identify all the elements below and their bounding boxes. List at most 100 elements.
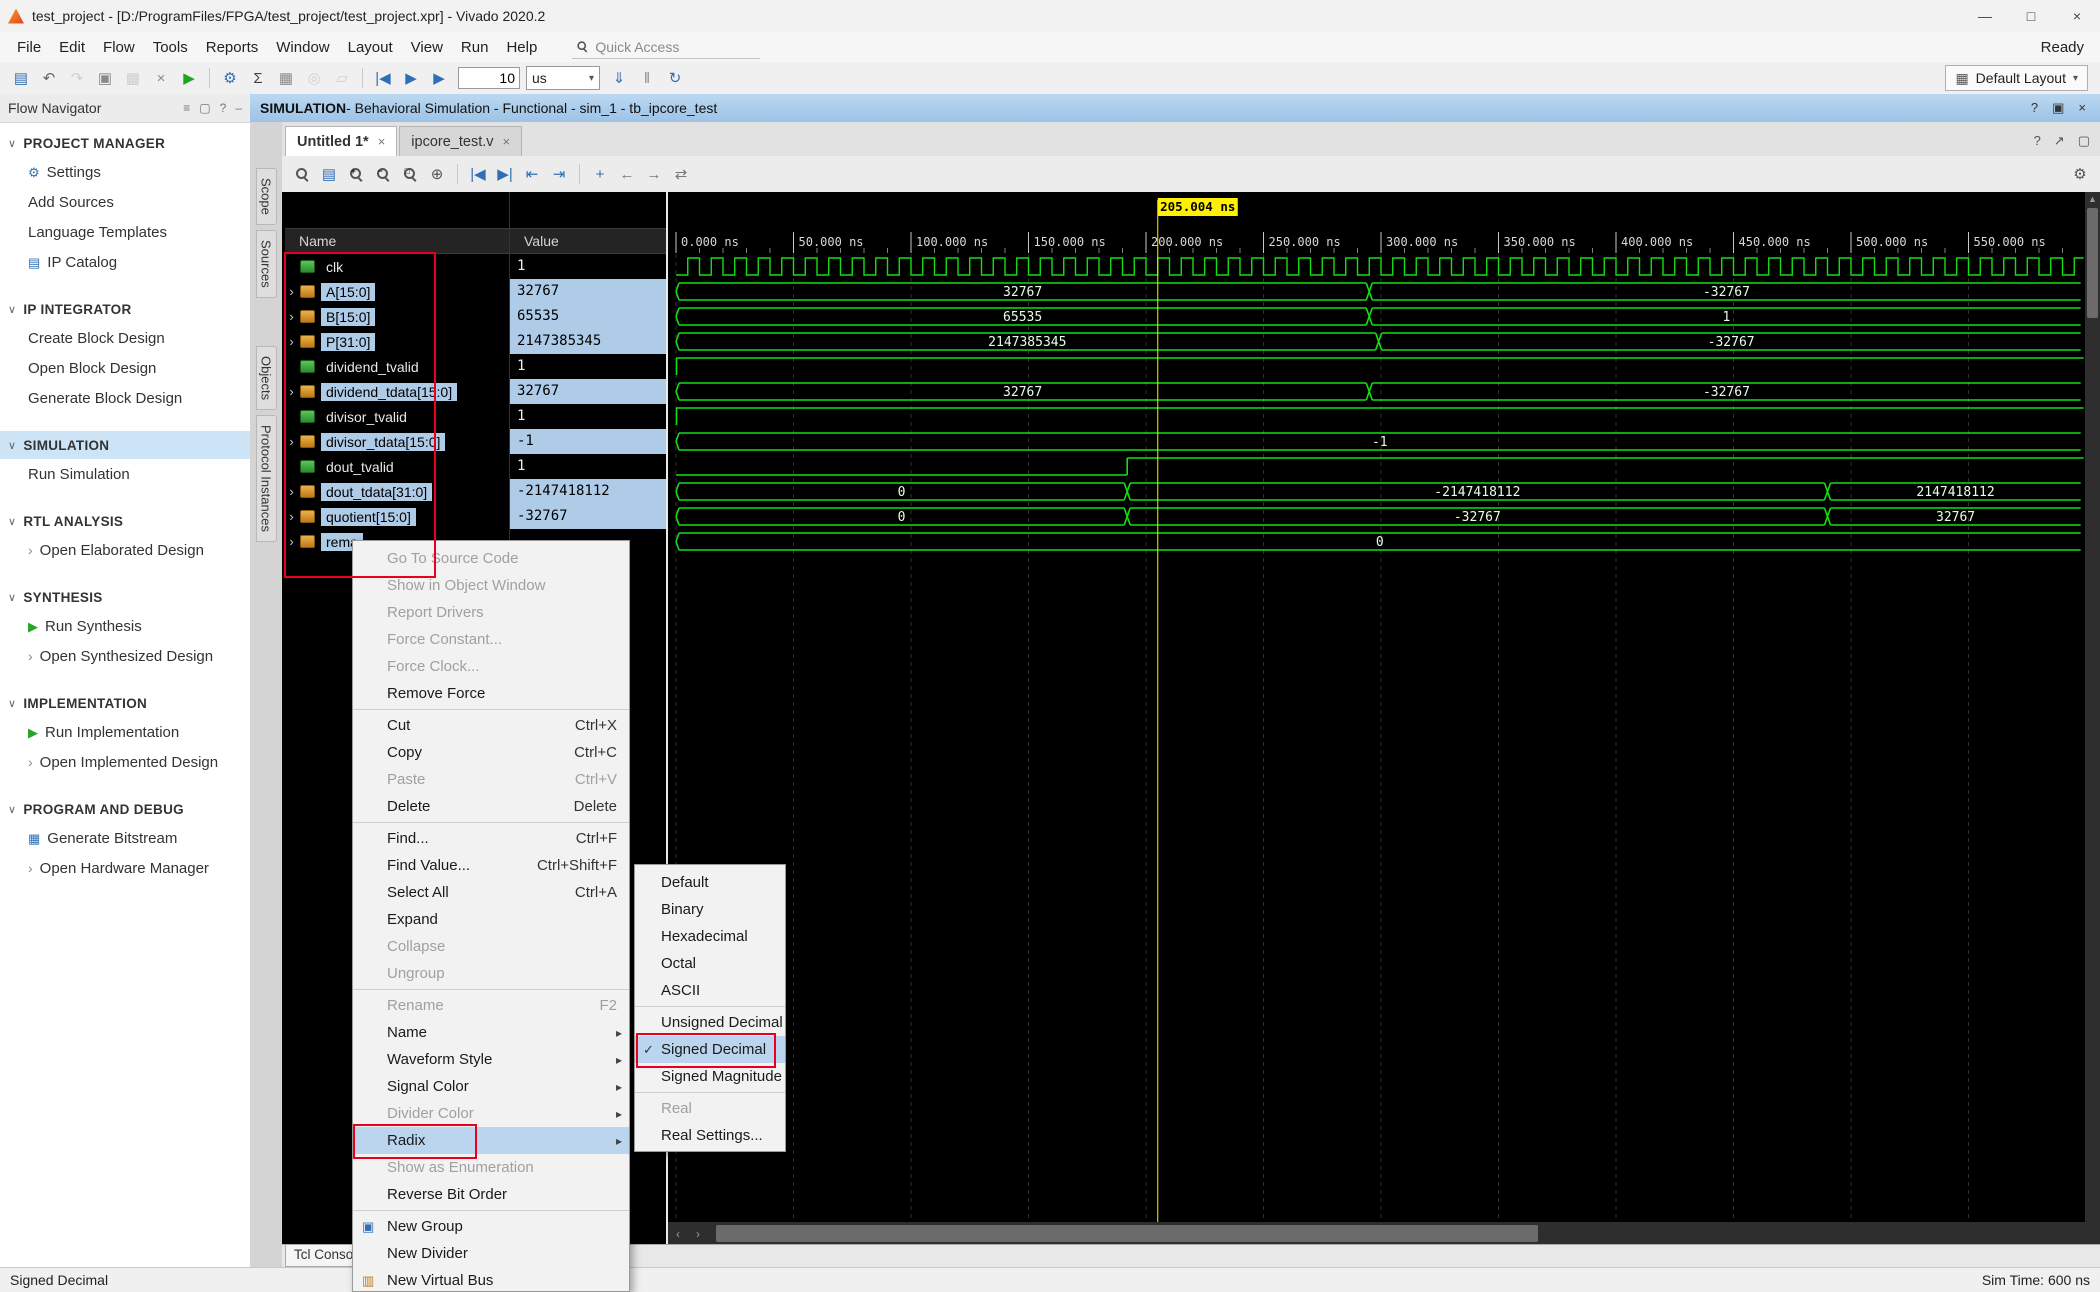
tab-untitled-1[interactable]: Untitled 1*× bbox=[285, 126, 397, 156]
quick-access-search[interactable]: Quick Access bbox=[572, 36, 760, 59]
maximize-icon[interactable]: ▢ bbox=[2078, 133, 2090, 149]
swap-cursors-icon[interactable]: ⇄ bbox=[669, 162, 693, 186]
flownav-section-implementation[interactable]: ∨IMPLEMENTATION bbox=[0, 689, 250, 717]
zoom-in-icon[interactable]: + bbox=[344, 162, 368, 186]
signal-name-row-b-15-0[interactable]: ›B[15:0] bbox=[285, 304, 509, 329]
menu-item-binary[interactable]: Binary bbox=[635, 896, 785, 923]
menu-item-new-group[interactable]: ▣New Group bbox=[353, 1213, 629, 1240]
menu-item-waveform-style[interactable]: Waveform Style▸ bbox=[353, 1046, 629, 1073]
menu-item-hexadecimal[interactable]: Hexadecimal bbox=[635, 923, 785, 950]
signal-name-row-divisor-tvalid[interactable]: divisor_tvalid bbox=[285, 404, 509, 429]
undo-icon[interactable]: ↶ bbox=[36, 65, 62, 91]
run-all-icon[interactable]: ▶ bbox=[398, 65, 424, 91]
menu-item-new-divider[interactable]: New Divider bbox=[353, 1240, 629, 1267]
pause-icon[interactable]: ‖ bbox=[634, 65, 660, 91]
run-icon[interactable]: ▶ bbox=[176, 65, 202, 91]
float-icon[interactable]: ↗ bbox=[2054, 133, 2065, 149]
close-icon[interactable]: × bbox=[2078, 100, 2086, 116]
flownav-item-open-block-design[interactable]: Open Block Design bbox=[0, 353, 250, 383]
signal-name-row-quotient-15-0[interactable]: ›quotient[15:0] bbox=[285, 504, 509, 529]
menu-item-signal-color[interactable]: Signal Color▸ bbox=[353, 1073, 629, 1100]
flownav-item-add-sources[interactable]: Add Sources bbox=[0, 187, 250, 217]
minimize-button[interactable]: — bbox=[1962, 0, 2008, 32]
zoom-fit-icon[interactable]: □ bbox=[398, 162, 422, 186]
signal-name-row-dout-tvalid[interactable]: dout_tvalid bbox=[285, 454, 509, 479]
horizontal-scroll-thumb[interactable] bbox=[716, 1225, 1538, 1242]
signal-name-row-dout-tdata-31-0[interactable]: ›dout_tdata[31:0] bbox=[285, 479, 509, 504]
flownav-section-ip-integrator[interactable]: ∨IP INTEGRATOR bbox=[0, 295, 250, 323]
flownav-item-open-hardware-manager[interactable]: ›Open Hardware Manager bbox=[0, 853, 250, 883]
signal-name-row-p-31-0[interactable]: ›P[31:0] bbox=[285, 329, 509, 354]
scroll-right-icon[interactable]: › bbox=[688, 1222, 708, 1245]
menu-tools[interactable]: Tools bbox=[144, 35, 197, 60]
scroll-left-icon[interactable]: ‹ bbox=[668, 1222, 688, 1245]
simulation-time-input[interactable] bbox=[458, 67, 520, 89]
tab-ipcore-test-v[interactable]: ipcore_test.v× bbox=[399, 126, 522, 156]
goto-end-icon[interactable]: ▶| bbox=[493, 162, 517, 186]
restart-sim-icon[interactable]: |◀ bbox=[370, 65, 396, 91]
flownav-item-open-elaborated-design[interactable]: ›Open Elaborated Design bbox=[0, 535, 250, 565]
menu-window[interactable]: Window bbox=[267, 35, 338, 60]
settings-gear-icon[interactable]: ⚙ bbox=[217, 65, 243, 91]
waveform-canvas[interactable]: 0.000 ns50.000 ns100.000 ns150.000 ns200… bbox=[668, 192, 2085, 1222]
menu-item-delete[interactable]: DeleteDelete bbox=[353, 793, 629, 820]
menu-item-radix[interactable]: Radix▸ bbox=[353, 1127, 629, 1154]
signal-name-row-divisor-tdata-15-0[interactable]: ›divisor_tdata[15:0] bbox=[285, 429, 509, 454]
flownav-item-run-synthesis[interactable]: ▶Run Synthesis bbox=[0, 611, 250, 641]
menu-item-find-value[interactable]: Find Value...Ctrl+Shift+F bbox=[353, 852, 629, 879]
close-icon[interactable]: × bbox=[378, 134, 386, 149]
flownav-item-settings[interactable]: ⚙Settings bbox=[0, 157, 250, 187]
flownav-item-open-synthesized-design[interactable]: ›Open Synthesized Design bbox=[0, 641, 250, 671]
save-waveform-icon[interactable]: ▤ bbox=[317, 162, 341, 186]
vertical-scroll-thumb[interactable] bbox=[2087, 208, 2098, 318]
signal-name-row-clk[interactable]: clk bbox=[285, 254, 509, 279]
menu-item-name[interactable]: Name▸ bbox=[353, 1019, 629, 1046]
flownav-section-synthesis[interactable]: ∨SYNTHESIS bbox=[0, 583, 250, 611]
menu-help[interactable]: Help bbox=[497, 35, 546, 60]
flownav-item-generate-bitstream[interactable]: ▦Generate Bitstream bbox=[0, 823, 250, 853]
copy-icon[interactable]: ▣ bbox=[92, 65, 118, 91]
signal-name-row-dividend-tvalid[interactable]: dividend_tvalid bbox=[285, 354, 509, 379]
flownav-item-run-simulation[interactable]: Run Simulation bbox=[0, 459, 250, 489]
menu-item-octal[interactable]: Octal bbox=[635, 950, 785, 977]
find-icon[interactable] bbox=[290, 162, 314, 186]
menu-item-signed-decimal[interactable]: ✓Signed Decimal bbox=[635, 1036, 785, 1063]
next-marker-icon[interactable]: → bbox=[642, 162, 666, 186]
flownav-item-language-templates[interactable]: Language Templates bbox=[0, 217, 250, 247]
menu-view[interactable]: View bbox=[402, 35, 452, 60]
toolbar-toggle-icon[interactable]: ≡ bbox=[183, 101, 190, 115]
close-button[interactable]: × bbox=[2054, 0, 2100, 32]
flownav-item-run-implementation[interactable]: ▶Run Implementation bbox=[0, 717, 250, 747]
flownav-section-rtl-analysis[interactable]: ∨RTL ANALYSIS bbox=[0, 507, 250, 535]
help-icon[interactable]: ? bbox=[220, 101, 227, 115]
layout-selector[interactable]: ▦ Default Layout ▾ bbox=[1945, 65, 2088, 91]
zoom-to-cursor-icon[interactable]: ⊕ bbox=[425, 162, 449, 186]
menu-item-real-settings[interactable]: Real Settings... bbox=[635, 1122, 785, 1149]
vertical-scrollbar[interactable]: ▲ bbox=[2085, 192, 2100, 1222]
float-icon[interactable]: ▣ bbox=[2052, 100, 2064, 116]
flownav-section-simulation[interactable]: ∨SIMULATION bbox=[0, 431, 250, 459]
side-tab-sources[interactable]: Sources bbox=[256, 230, 277, 298]
run-for-time-icon[interactable]: ▶ bbox=[426, 65, 452, 91]
flownav-section-project-manager[interactable]: ∨PROJECT MANAGER bbox=[0, 129, 250, 157]
side-tab-scope[interactable]: Scope bbox=[256, 168, 277, 225]
goto-start-icon[interactable]: |◀ bbox=[466, 162, 490, 186]
signal-name-row-dividend-tdata-15-0[interactable]: ›dividend_tdata[15:0] bbox=[285, 379, 509, 404]
menu-reports[interactable]: Reports bbox=[197, 35, 268, 60]
scroll-up-icon[interactable]: ▲ bbox=[2085, 192, 2100, 206]
prev-marker-icon[interactable]: ← bbox=[615, 162, 639, 186]
menu-item-default[interactable]: Default bbox=[635, 869, 785, 896]
menu-file[interactable]: File bbox=[8, 35, 50, 60]
signal-name-row-a-15-0[interactable]: ›A[15:0] bbox=[285, 279, 509, 304]
next-transition-icon[interactable]: ⇥ bbox=[547, 162, 571, 186]
menu-item-cut[interactable]: CutCtrl+X bbox=[353, 712, 629, 739]
maximize-button[interactable]: □ bbox=[2008, 0, 2054, 32]
menu-item-ascii[interactable]: ASCII bbox=[635, 977, 785, 1004]
menu-item-reverse-bit-order[interactable]: Reverse Bit Order bbox=[353, 1181, 629, 1208]
menu-item-select-all[interactable]: Select AllCtrl+A bbox=[353, 879, 629, 906]
minimize-icon[interactable]: – bbox=[235, 101, 242, 115]
side-tab-objects[interactable]: Objects bbox=[256, 346, 277, 410]
flownav-item-create-block-design[interactable]: Create Block Design bbox=[0, 323, 250, 353]
delete-icon[interactable]: × bbox=[148, 65, 174, 91]
zoom-out-icon[interactable]: − bbox=[371, 162, 395, 186]
